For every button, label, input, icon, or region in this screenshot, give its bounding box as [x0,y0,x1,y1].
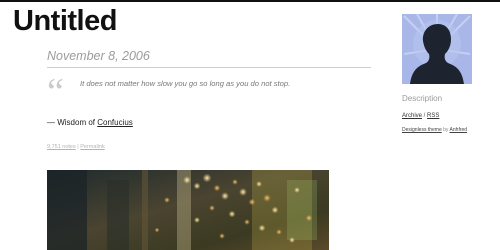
blog-title[interactable]: Untitled [13,5,117,38]
archive-link[interactable]: Archive [402,113,422,119]
avatar[interactable] [402,14,472,84]
quote-source: — Wisdom of Confucius [47,118,371,127]
blog-description: Description [402,94,443,103]
rss-link[interactable]: RSS [427,113,439,119]
post-meta: 9,751 notes | Permalink [47,144,371,150]
theme-link[interactable]: Designless theme [402,127,442,133]
quote-source-link[interactable]: Confucius [97,118,133,127]
top-border [0,0,500,2]
sidebar-links: Archive / RSS [402,113,492,119]
sidebar: Description Archive / RSS Designless the… [402,14,492,133]
permalink-link[interactable]: Permalink [80,144,104,150]
quote-post: November 8, 2006 “ It does not matter ho… [47,49,371,150]
quote-source-prefix: — Wisdom of [47,118,98,127]
bokeh-photo-icon [47,170,329,250]
theme-credit: Designless theme by Anhfred [402,127,492,133]
post-date: November 8, 2006 [47,49,371,68]
avatar-silhouette-icon [402,14,472,84]
author-link[interactable]: Anhfred [450,127,468,133]
photo-post-image[interactable] [47,170,329,250]
theme-by-text: by [441,127,450,133]
quote-text: It does not matter how slow you go so lo… [80,79,291,88]
quote-mark-icon: “ [47,71,64,113]
notes-link[interactable]: 9,751 notes [47,144,76,150]
quote-block: “ It does not matter how slow you go so … [47,71,371,113]
